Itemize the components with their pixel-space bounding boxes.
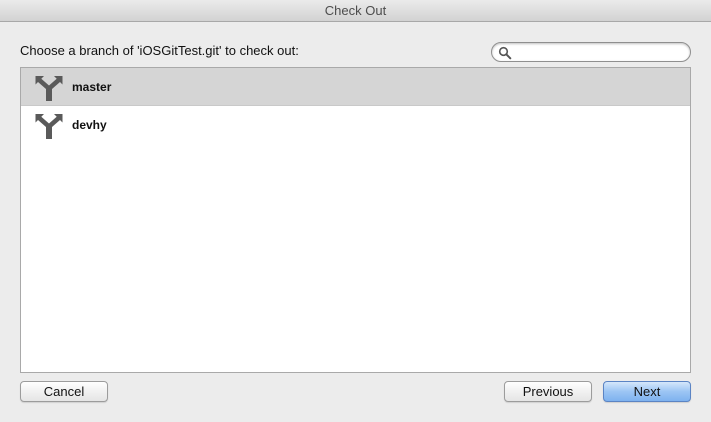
branch-row-devhy[interactable]: devhy	[21, 106, 690, 144]
branch-row-master[interactable]: master	[21, 68, 690, 106]
next-button[interactable]: Next	[603, 381, 691, 402]
search-input[interactable]	[514, 44, 682, 60]
git-branch-icon	[35, 76, 63, 101]
window-title: Check Out	[324, 3, 387, 18]
magnifying-glass-icon	[498, 46, 512, 60]
previous-button[interactable]: Previous	[504, 381, 592, 402]
title-bar[interactable]: Check Out	[0, 0, 711, 22]
branch-list[interactable]: master devhy	[20, 67, 691, 373]
branch-prompt: Choose a branch of 'iOSGitTest.git' to c…	[20, 43, 299, 58]
branch-label: devhy	[72, 118, 107, 132]
cancel-button[interactable]: Cancel	[20, 381, 108, 402]
branch-label: master	[72, 80, 112, 94]
check-out-dialog: Check Out Choose a branch of 'iOSGitTest…	[0, 0, 711, 422]
git-branch-icon	[35, 114, 63, 139]
search-field[interactable]	[491, 42, 691, 62]
